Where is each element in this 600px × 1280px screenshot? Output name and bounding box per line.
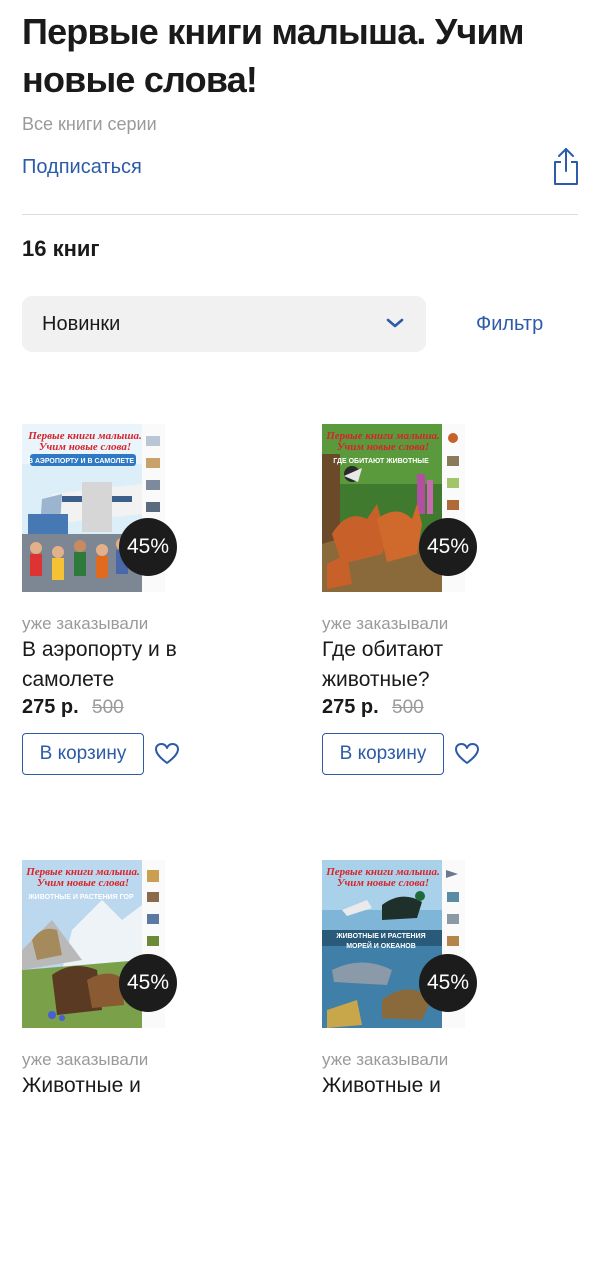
discount-badge: 45% (119, 954, 177, 1012)
svg-text:Учим новые слова!: Учим новые слова! (337, 441, 429, 453)
book-card: Первые книги малыша. Учим новые слова! Ж… (22, 860, 282, 1280)
add-to-cart-button[interactable]: В корзину (322, 733, 444, 775)
book-card: Первые книги малыша. Учим новые слова! Г… (322, 424, 582, 844)
svg-text:Учим новые слова!: Учим новые слова! (337, 877, 429, 889)
book-title[interactable]: Животные и (322, 1071, 552, 1101)
book-title[interactable]: Животные и (22, 1071, 252, 1101)
book-title[interactable]: В аэропорту и в самолете (22, 635, 252, 695)
svg-text:ГДЕ ОБИТАЮТ ЖИВОТНЫЕ: ГДЕ ОБИТАЮТ ЖИВОТНЫЕ (333, 458, 429, 465)
page-title: Первые книги малыша. Учим новые слова! (22, 11, 524, 100)
svg-text:ЖИВОТНЫЕ И РАСТЕНИЯ ГОР: ЖИВОТНЫЕ И РАСТЕНИЯ ГОР (27, 894, 134, 901)
book-title[interactable]: Где обитают животные? (322, 635, 552, 695)
chevron-down-icon (386, 318, 404, 328)
book-card: Первые книги малыша. Учим новые слова! В… (22, 424, 282, 844)
filter-button[interactable]: Фильтр (476, 313, 543, 336)
cover-logo: Первые книги малыша. Учим новые слова! Ж… (26, 866, 140, 901)
share-button[interactable] (552, 146, 580, 186)
book-card: Первые книги малыша. Учим новые слова! Ж… (322, 860, 582, 1280)
series-subtitle: Все книги серии (22, 114, 157, 134)
cover-logo: Первые книги малыша. Учим новые слова! Ж… (326, 866, 440, 950)
discount-badge: 45% (419, 954, 477, 1012)
sort-dropdown[interactable]: Новинки (22, 296, 426, 352)
heart-icon[interactable] (154, 742, 180, 766)
price: 275 р. (22, 696, 79, 718)
subscribe-link[interactable]: Подписаться (22, 156, 142, 179)
heart-icon[interactable] (454, 742, 480, 766)
svg-text:ЖИВОТНЫЕ И РАСТЕНИЯ: ЖИВОТНЫЕ И РАСТЕНИЯ (335, 933, 425, 940)
ordered-label: уже заказывали (322, 1050, 449, 1069)
svg-text:Учим новые слова!: Учим новые слова! (39, 441, 131, 453)
discount-badge: 45% (419, 518, 477, 576)
old-price: 500 (392, 697, 424, 718)
share-icon (554, 148, 578, 185)
add-to-cart-button[interactable]: В корзину (22, 733, 144, 775)
svg-text:В АЭРОПОРТУ И В САМОЛЕТЕ: В АЭРОПОРТУ И В САМОЛЕТЕ (28, 458, 134, 465)
price: 275 р. (322, 696, 379, 718)
sort-label: Новинки (42, 313, 121, 335)
svg-text:МОРЕЙ И ОКЕАНОВ: МОРЕЙ И ОКЕАНОВ (346, 941, 416, 950)
header-divider (22, 214, 578, 215)
cover-logo: Первые книги малыша. Учим новые слова! В… (28, 430, 142, 465)
discount-badge: 45% (119, 518, 177, 576)
ordered-label: уже заказывали (322, 614, 449, 633)
svg-text:Учим новые слова!: Учим новые слова! (37, 877, 129, 889)
books-count: 16 книг (22, 236, 100, 261)
cover-logo: Первые книги малыша. Учим новые слова! Г… (326, 430, 440, 465)
ordered-label: уже заказывали (22, 614, 149, 633)
ordered-label: уже заказывали (22, 1050, 149, 1069)
old-price: 500 (92, 697, 124, 718)
